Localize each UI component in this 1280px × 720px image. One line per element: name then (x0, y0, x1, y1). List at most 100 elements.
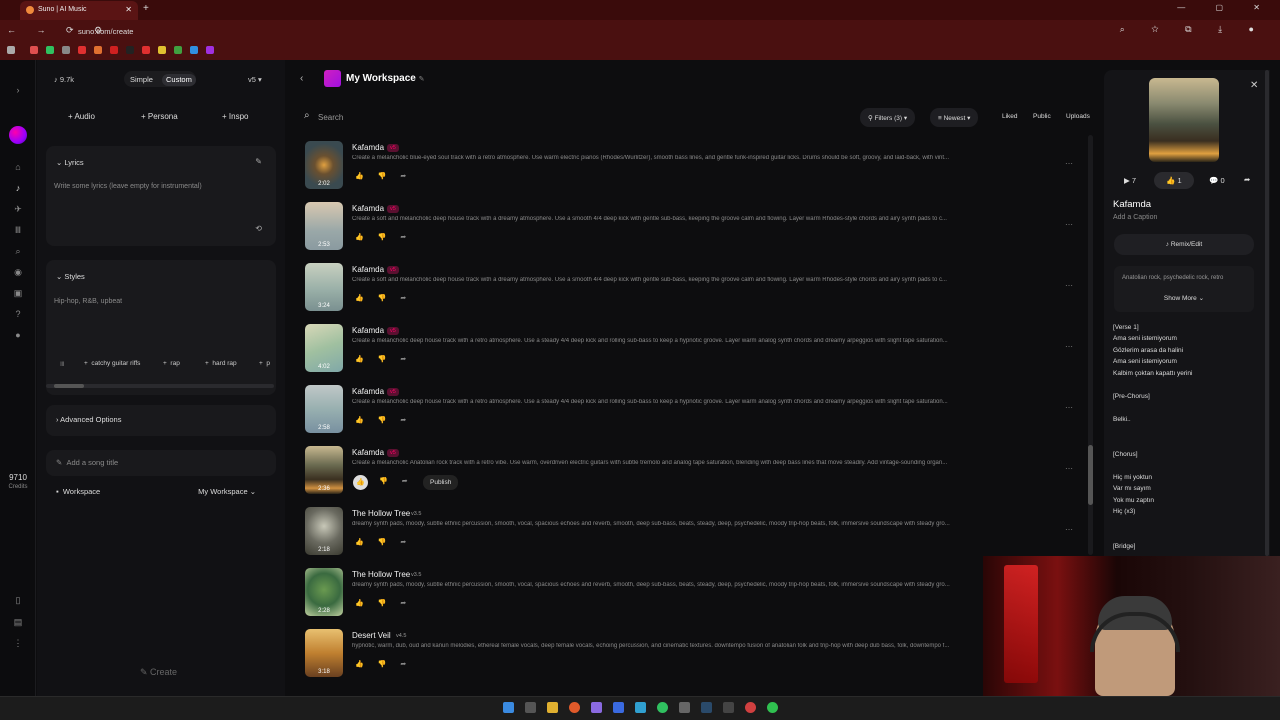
song-row-selected[interactable]: 2:36 Kafamda v5 Create a melancholic Ana… (305, 446, 1075, 507)
like-count[interactable]: 👍 1 (1166, 176, 1182, 185)
taskbar-app-icon[interactable] (613, 702, 624, 713)
whatsapp-icon[interactable] (767, 702, 778, 713)
more-options-icon[interactable]: ⋯ (1065, 525, 1073, 534)
bookmark-icon[interactable] (94, 46, 102, 54)
song-actions[interactable]: 👍👎➦ (355, 355, 420, 363)
mode-custom-button[interactable]: Custom (162, 74, 196, 86)
taskbar-app-icon[interactable] (745, 702, 756, 713)
advanced-options-card[interactable]: › Advanced Options (46, 405, 276, 436)
song-title[interactable]: Kafamda (352, 387, 384, 396)
more-options-icon[interactable]: ⋯ (1065, 403, 1073, 412)
song-row[interactable]: 4:02 Kafamda v5 Create a melancholic dee… (305, 324, 1075, 385)
home-icon[interactable]: ⌂ (12, 162, 24, 172)
song-actions[interactable]: 👍👎➦ (355, 538, 420, 546)
window-controls[interactable]: — ▢ ✕ (1177, 3, 1274, 12)
mode-simple-button[interactable]: Simple (126, 74, 157, 86)
song-row[interactable]: 2:53 Kafamda v5 Create a soft and melanc… (305, 202, 1075, 263)
workspace-select[interactable]: My Workspace ⌄ (198, 487, 256, 496)
file-explorer-icon[interactable] (547, 702, 558, 713)
song-cover[interactable]: 3:18 (305, 629, 343, 677)
public-filter[interactable]: Public (1033, 113, 1051, 120)
persona-button[interactable]: + Persona (141, 112, 178, 121)
create-button[interactable]: ✎ Create (140, 667, 177, 678)
comment-count[interactable]: 💬 0 (1209, 176, 1225, 185)
radio-icon[interactable]: ◉ (12, 267, 24, 278)
folder-bookmark-icon[interactable] (158, 46, 166, 54)
spotify-icon[interactable] (657, 702, 668, 713)
tab-close-icon[interactable]: ✕ (125, 5, 132, 14)
song-cover[interactable]: 2:53 (305, 202, 343, 250)
uploads-filter[interactable]: Uploads (1066, 113, 1090, 120)
song-actions[interactable]: 👍👎➦ (355, 660, 420, 668)
workspace-title[interactable]: My Workspace ✎ (346, 73, 425, 84)
browser-icon[interactable] (569, 702, 580, 713)
styles-header[interactable]: ⌄ Styles (56, 272, 85, 281)
song-title[interactable]: The Hollow Tree (352, 570, 410, 579)
song-title[interactable]: Kafamda (352, 204, 384, 213)
more-options-icon[interactable]: ⋯ (1065, 220, 1073, 229)
close-icon[interactable]: ✕ (1250, 80, 1258, 91)
song-title[interactable]: Kafamda (352, 265, 384, 274)
steam-icon[interactable] (701, 702, 712, 713)
taskbar-app-icon[interactable] (679, 702, 690, 713)
show-more-button[interactable]: Show More ⌄ (1114, 294, 1254, 302)
chips-scroll-thumb[interactable] (54, 384, 84, 388)
more-options-icon[interactable]: ⋯ (1065, 281, 1073, 290)
detail-title[interactable]: Kafamda (1113, 199, 1151, 210)
song-row[interactable]: 3:24 Kafamda v5 Create a soft and melanc… (305, 263, 1075, 324)
caption-input[interactable]: Add a Caption (1113, 214, 1157, 221)
bookmark-icon[interactable] (30, 46, 38, 54)
song-actions[interactable]: 👍👎➦ (355, 599, 420, 607)
inspo-button[interactable]: + Inspo (222, 112, 248, 121)
share-icon[interactable]: ➦ (1244, 175, 1250, 184)
youtube-bookmark-icon[interactable] (110, 46, 118, 54)
x-bookmark-icon[interactable] (126, 46, 134, 54)
song-actions[interactable]: 👍👎➦ (355, 294, 420, 302)
search-input[interactable]: ⌕ Search (298, 108, 853, 126)
notifications-icon[interactable]: ● (12, 330, 24, 340)
song-cover[interactable]: 2:18 (305, 507, 343, 555)
edit-icon[interactable]: ✎ (419, 76, 425, 83)
settings-icon[interactable]: ▤ (12, 617, 24, 628)
create-icon[interactable]: ♪ (12, 183, 24, 193)
lyrics-refresh-icon[interactable]: ⟲ (255, 224, 262, 233)
bookmark-icon[interactable] (78, 46, 86, 54)
more-options-icon[interactable]: ⋯ (1065, 342, 1073, 351)
explore-icon[interactable]: ✈ (12, 204, 24, 215)
lyrics-input[interactable]: Write some lyrics (leave empty for instr… (54, 183, 202, 190)
publish-button[interactable]: Publish (423, 475, 459, 490)
song-cover[interactable]: 4:02 (305, 324, 343, 372)
song-title-card[interactable]: ✎ Add a song title (46, 450, 276, 476)
styles-input[interactable]: Hip-hop, R&B, upbeat (54, 298, 122, 305)
song-row[interactable]: 2:58 Kafamda v5 Create a melancholic dee… (305, 385, 1075, 446)
browser-tab[interactable]: Suno | AI Music ✕ (20, 1, 138, 20)
song-actions[interactable]: 👍👎➦ (355, 172, 420, 180)
browser-toolbar-icons[interactable]: ⌕ ☆ ⧉ ⤓ ● (1120, 24, 1266, 35)
apps-icon[interactable] (7, 46, 15, 54)
song-row[interactable]: 3:18 Desert Veil v4.5 hypnotic, warm, du… (305, 629, 1075, 690)
taskbar-app-icon[interactable] (591, 702, 602, 713)
start-icon[interactable] (503, 702, 514, 713)
bookmark-icon[interactable] (46, 46, 54, 54)
taskbar-app-icon[interactable] (723, 702, 734, 713)
song-cover[interactable]: 2:28 (305, 568, 343, 616)
liked-filter[interactable]: Liked (1002, 113, 1018, 120)
model-version-select[interactable]: v5 ▾ (248, 75, 262, 84)
song-row[interactable]: 2:02 Kafamda v5 Create a melancholic blu… (305, 141, 1075, 202)
hooks-icon[interactable]: ▣ (12, 288, 24, 299)
new-tab-button[interactable]: + (143, 3, 149, 14)
help-icon[interactable]: ? (12, 309, 24, 319)
song-cover[interactable]: 3:24 (305, 263, 343, 311)
song-title-input[interactable]: ✎ Add a song title (56, 458, 118, 467)
song-title[interactable]: Desert Veil (352, 631, 391, 640)
bookmark-icon[interactable] (174, 46, 182, 54)
url-field[interactable]: suno.com/create (64, 24, 1152, 39)
trash-icon[interactable]: ▯ (12, 595, 24, 606)
detail-scroll-track[interactable] (1265, 70, 1269, 556)
song-cover[interactable]: 2:36 (305, 446, 343, 494)
song-cover[interactable]: 2:02 (305, 141, 343, 189)
style-chip[interactable]: + rap (163, 360, 180, 367)
play-count[interactable]: ▶ 7 (1124, 176, 1136, 185)
sort-button[interactable]: ≡ Newest ▾ (930, 108, 979, 127)
song-title[interactable]: Kafamda (352, 143, 384, 152)
